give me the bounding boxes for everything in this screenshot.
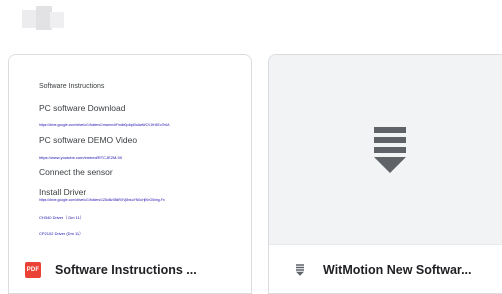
avatar: [22, 6, 66, 32]
preview-line: Install Driver: [39, 187, 87, 197]
preview-line: Connect the sensor: [39, 167, 113, 177]
preview-link: CH340 Driver（ Dm 11）: [39, 215, 84, 220]
preview-link: https://www.youtube.com/embed/RTCJE2M-00: [39, 155, 123, 160]
file-name[interactable]: Software Instructions ...: [55, 263, 197, 277]
preview-line: Software Instructions: [39, 83, 105, 90]
file-card-software-instructions[interactable]: Software Instructions PC software Downlo…: [8, 54, 252, 294]
file-thumbnail[interactable]: Software Instructions PC software Downlo…: [9, 55, 251, 245]
pdf-icon: PDF: [25, 262, 41, 278]
file-card-footer[interactable]: WitMotion New Softwar...: [269, 245, 502, 293]
file-thumbnail[interactable]: [269, 55, 502, 245]
preview-link: CP2102 Driver (Dm 11）: [39, 231, 84, 236]
preview-line: PC software DEMO Video: [39, 135, 138, 145]
preview-link: https://drive.google.com/drive/u/1/folde…: [39, 198, 165, 202]
preview-link: https://drive.google.com/drive/u/1/folde…: [39, 123, 170, 127]
download-icon: [374, 127, 406, 173]
file-grid: Software Instructions PC software Downlo…: [0, 0, 502, 294]
file-name[interactable]: WitMotion New Softwar...: [323, 263, 472, 277]
file-card-witmotion-software[interactable]: WitMotion New Softwar...: [268, 54, 502, 294]
file-card-footer[interactable]: PDF Software Instructions ...: [9, 245, 251, 293]
download-icon: [293, 262, 307, 278]
preview-line: PC software Download: [39, 103, 126, 113]
